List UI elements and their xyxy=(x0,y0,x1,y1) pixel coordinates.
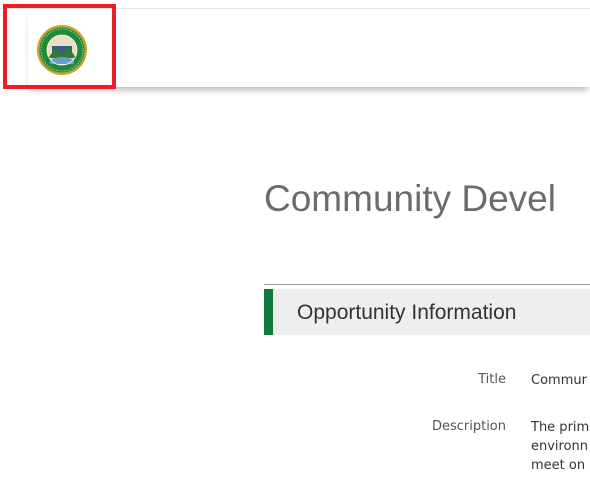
description-value: The prim environn meet on xyxy=(531,418,589,475)
title-label: Title xyxy=(478,372,506,387)
description-line: meet on xyxy=(531,458,586,473)
section-title: Opportunity Information xyxy=(297,301,517,324)
section-divider xyxy=(264,284,590,285)
title-value: Commur xyxy=(531,373,587,388)
section-accent-bar xyxy=(264,289,273,335)
section-header-opportunity: Opportunity Information xyxy=(264,289,590,335)
logo-highlight-box xyxy=(3,4,116,89)
page: Community Devel Opportunity Information … xyxy=(0,0,590,487)
page-title: Community Devel xyxy=(264,178,556,219)
description-label: Description xyxy=(431,419,506,434)
description-line: The prim xyxy=(531,420,590,435)
description-line: environn xyxy=(531,439,589,454)
